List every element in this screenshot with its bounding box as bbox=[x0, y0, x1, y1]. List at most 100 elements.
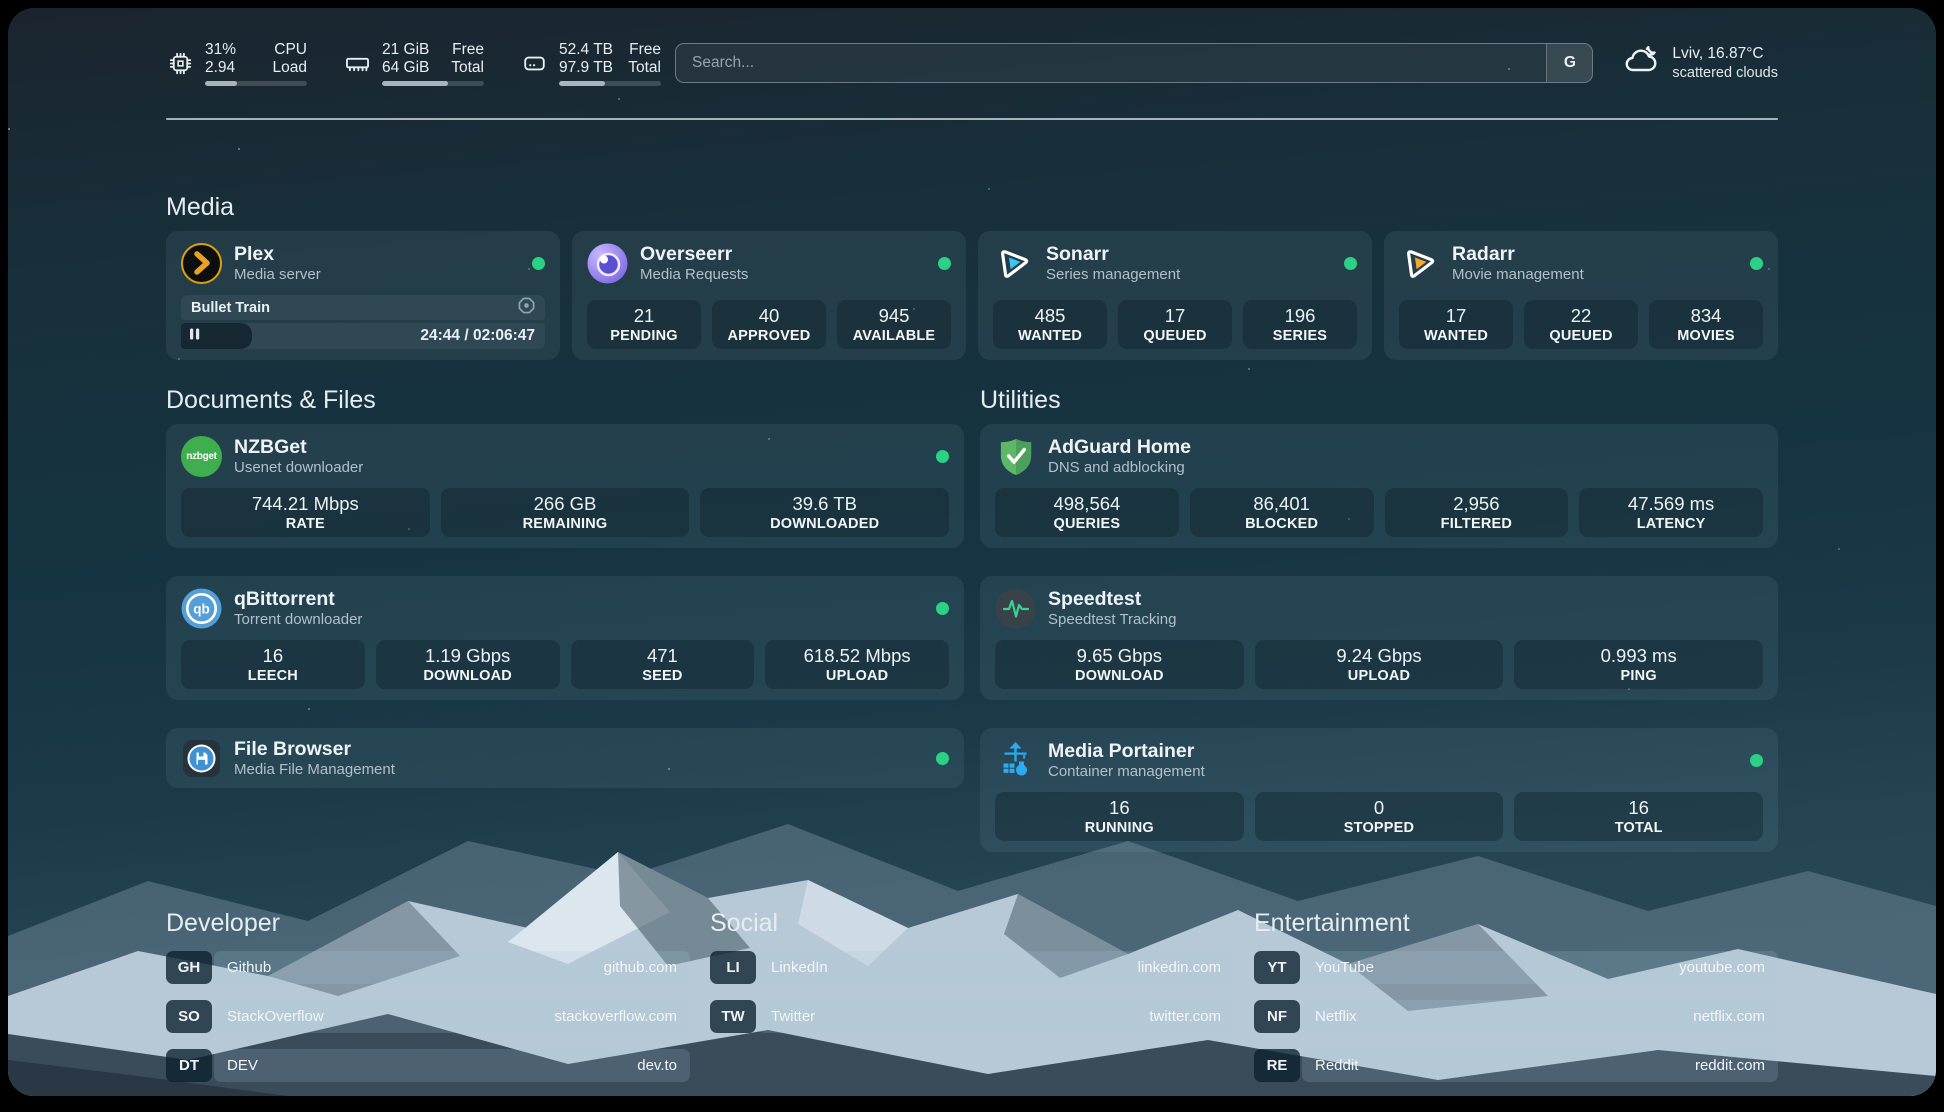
bookmark-group-social: Social LI LinkedIn linkedin.com TW Twitt… bbox=[710, 908, 1234, 1082]
bookmark-linkedin[interactable]: LI LinkedIn linkedin.com bbox=[710, 951, 1234, 984]
portainer-stats: 16 RUNNING 0 STOPPED 16 TOTAL bbox=[995, 792, 1763, 841]
stat-series: 196 SERIES bbox=[1243, 300, 1357, 349]
bookmark-url: twitter.com bbox=[1149, 1008, 1221, 1025]
bookmark-abbr: DT bbox=[166, 1049, 212, 1082]
stat-total: 16 TOTAL bbox=[1514, 792, 1763, 841]
plex-now-playing: Bullet Train bbox=[181, 287, 545, 349]
adguard-stats: 498,564 QUERIES 86,401 BLOCKED 2,956 FIL… bbox=[995, 488, 1763, 537]
ram-widget: 21 GiB Free 64 GiB Total bbox=[343, 41, 484, 86]
app-card-qbittorrent[interactable]: qb qBittorrent Torrent downloader 16 LEE… bbox=[166, 576, 964, 700]
cpu-widget: 31% CPU 2.94 Load bbox=[166, 41, 307, 86]
ram-free-value: 21 GiB bbox=[382, 41, 429, 59]
bookmark-youtube[interactable]: YT YouTube youtube.com bbox=[1254, 951, 1778, 984]
app-card-sonarr[interactable]: Sonarr Series management 485 WANTED 17 Q… bbox=[978, 231, 1372, 360]
movie-session-icon bbox=[518, 297, 535, 319]
stat-download: 9.65 Gbps DOWNLOAD bbox=[995, 640, 1244, 689]
app-card-nzbget[interactable]: nzbget NZBGet Usenet downloader 744.21 M… bbox=[166, 424, 964, 548]
bookmark-abbr: YT bbox=[1254, 951, 1300, 984]
app-card-radarr[interactable]: Radarr Movie management 17 WANTED 22 QUE… bbox=[1384, 231, 1778, 360]
bookmark-name: Github bbox=[227, 959, 271, 976]
playback-progress-bar: 24:44 / 02:06:47 bbox=[181, 323, 545, 349]
ram-total-value: 64 GiB bbox=[382, 59, 429, 77]
pause-icon bbox=[190, 327, 200, 345]
app-card-plex[interactable]: Plex Media server Bullet Train bbox=[166, 231, 560, 360]
cpu-progress-fill bbox=[205, 81, 237, 86]
bookmark-reddit[interactable]: RE Reddit reddit.com bbox=[1254, 1049, 1778, 1082]
cloud-icon bbox=[1623, 45, 1659, 82]
cpu-icon bbox=[166, 49, 194, 77]
stat-leech: 16 LEECH bbox=[181, 640, 365, 689]
radarr-stats: 17 WANTED 22 QUEUED 834 MOVIES bbox=[1399, 300, 1763, 349]
nzbget-icon: nzbget bbox=[181, 436, 222, 477]
bookmark-name: DEV bbox=[227, 1057, 258, 1074]
bookmark-url: dev.to bbox=[637, 1057, 677, 1074]
status-online-dot bbox=[936, 450, 949, 463]
overseerr-icon bbox=[587, 243, 628, 284]
app-name: NZBGet bbox=[234, 435, 363, 459]
plex-icon bbox=[181, 243, 222, 284]
overseerr-stats: 21 PENDING 40 APPROVED 945 AVAILABLE bbox=[587, 300, 951, 349]
playback-time: 24:44 / 02:06:47 bbox=[420, 323, 535, 349]
app-card-overseerr[interactable]: Overseerr Media Requests 21 PENDING 40 A… bbox=[572, 231, 966, 360]
app-desc: DNS and adblocking bbox=[1048, 459, 1191, 477]
bookmark-github[interactable]: GH Github github.com bbox=[166, 951, 690, 984]
section-title-developer: Developer bbox=[166, 908, 690, 938]
status-online-dot bbox=[938, 257, 951, 270]
stat-ping: 0.993 ms PING bbox=[1514, 640, 1763, 689]
bookmark-name: Netflix bbox=[1315, 1008, 1357, 1025]
bookmark-netflix[interactable]: NF Netflix netflix.com bbox=[1254, 1000, 1778, 1033]
app-card-portainer[interactable]: Media Portainer Container management 16 … bbox=[980, 728, 1778, 852]
stat-stopped: 0 STOPPED bbox=[1255, 792, 1504, 841]
bookmark-stackoverflow[interactable]: SO StackOverflow stackoverflow.com bbox=[166, 1000, 690, 1033]
weather-condition: scattered clouds bbox=[1672, 64, 1778, 82]
bookmark-url: linkedin.com bbox=[1138, 959, 1221, 976]
status-online-dot bbox=[936, 602, 949, 615]
app-name: Speedtest bbox=[1048, 587, 1176, 611]
bookmark-abbr: NF bbox=[1254, 1000, 1300, 1033]
bookmark-abbr: TW bbox=[710, 1000, 756, 1033]
bookmark-group-entertainment: Entertainment YT YouTube youtube.com NF … bbox=[1254, 908, 1778, 1082]
cpu-label: CPU bbox=[274, 41, 307, 59]
stat-latency: 47.569 ms LATENCY bbox=[1579, 488, 1763, 537]
stat-movies: 834 MOVIES bbox=[1649, 300, 1763, 349]
filebrowser-icon bbox=[181, 738, 222, 779]
bookmark-url: netflix.com bbox=[1693, 1008, 1765, 1025]
playback-progress-fill bbox=[181, 323, 252, 349]
svg-text:qb: qb bbox=[193, 601, 210, 616]
app-desc: Speedtest Tracking bbox=[1048, 611, 1176, 629]
bookmark-name: YouTube bbox=[1315, 959, 1374, 976]
app-card-speedtest[interactable]: Speedtest Speedtest Tracking 9.65 Gbps D… bbox=[980, 576, 1778, 700]
qbittorrent-icon: qb bbox=[181, 588, 222, 629]
stat-rate: 744.21 Mbps RATE bbox=[181, 488, 430, 537]
app-name: AdGuard Home bbox=[1048, 435, 1191, 459]
bookmark-abbr: SO bbox=[166, 1000, 212, 1033]
status-online-dot bbox=[1750, 754, 1763, 767]
disk-progress-bar bbox=[559, 81, 661, 86]
app-name: Overseerr bbox=[640, 242, 748, 266]
app-card-adguard[interactable]: AdGuard Home DNS and adblocking 498,564 … bbox=[980, 424, 1778, 548]
app-name: Media Portainer bbox=[1048, 739, 1205, 763]
bookmark-name: Reddit bbox=[1315, 1057, 1358, 1074]
app-card-filebrowser[interactable]: File Browser Media File Management bbox=[166, 728, 964, 788]
disk-total-label: Total bbox=[628, 59, 661, 77]
search-bar: G bbox=[675, 43, 1593, 83]
disk-total-value: 97.9 TB bbox=[559, 59, 613, 77]
qbittorrent-stats: 16 LEECH 1.19 Gbps DOWNLOAD 471 SEED 6 bbox=[181, 640, 949, 689]
ram-progress-bar bbox=[382, 81, 484, 86]
disk-free-label: Free bbox=[629, 41, 661, 59]
app-name: Radarr bbox=[1452, 242, 1584, 266]
bookmark-dev[interactable]: DT DEV dev.to bbox=[166, 1049, 690, 1082]
app-name: qBittorrent bbox=[234, 587, 362, 611]
section-title-entertainment: Entertainment bbox=[1254, 908, 1778, 938]
adguard-icon bbox=[995, 436, 1036, 477]
portainer-icon bbox=[995, 740, 1036, 781]
status-online-dot bbox=[1344, 257, 1357, 270]
status-online-dot bbox=[936, 752, 949, 765]
search-input[interactable] bbox=[676, 44, 1546, 82]
app-desc: Container management bbox=[1048, 763, 1205, 781]
stat-blocked: 86,401 BLOCKED bbox=[1190, 488, 1374, 537]
stat-wanted: 485 WANTED bbox=[993, 300, 1107, 349]
bookmark-name: LinkedIn bbox=[771, 959, 828, 976]
bookmark-twitter[interactable]: TW Twitter twitter.com bbox=[710, 1000, 1234, 1033]
search-engine-button[interactable]: G bbox=[1546, 44, 1592, 82]
